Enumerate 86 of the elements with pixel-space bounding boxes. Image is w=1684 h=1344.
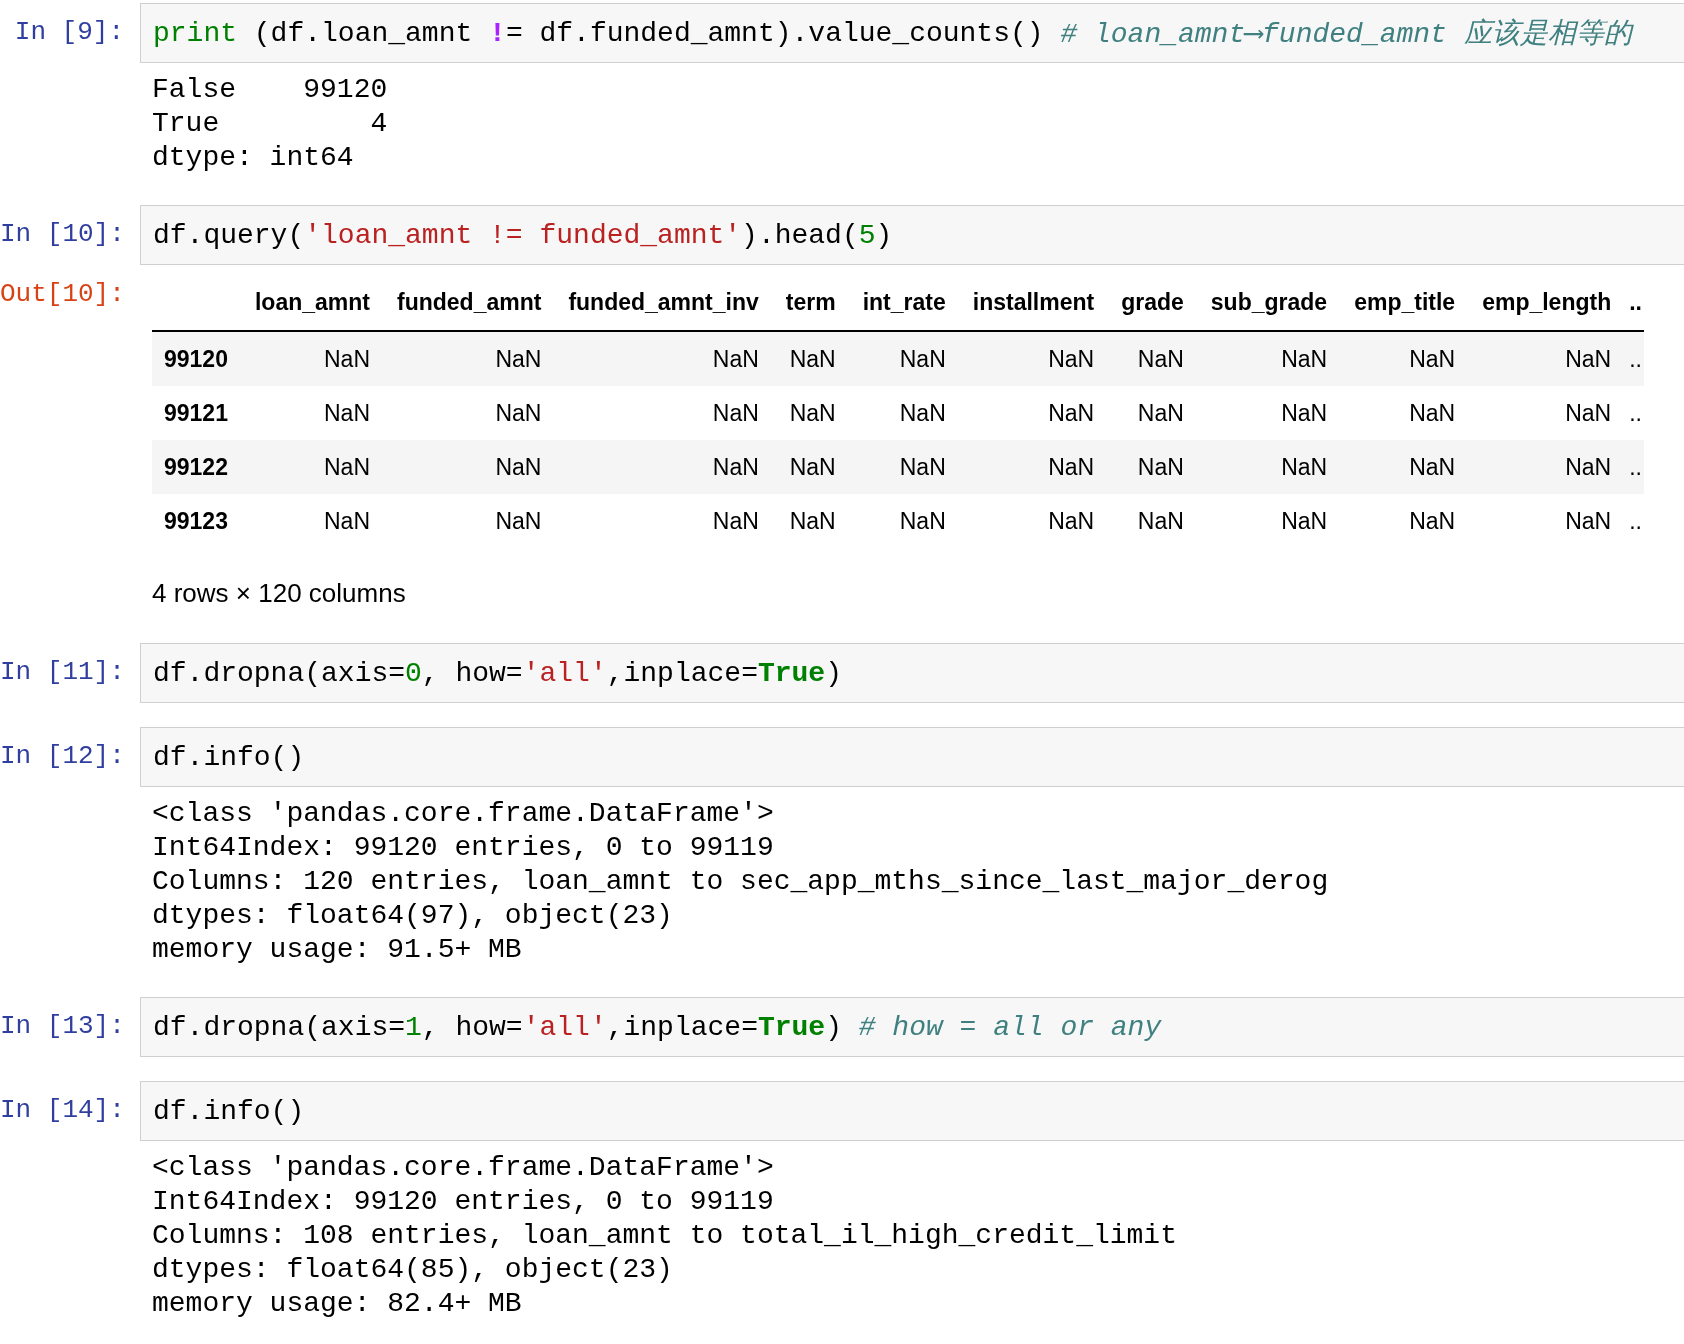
table-cell: NaN: [378, 440, 550, 494]
table-cell: NaN: [235, 440, 378, 494]
table-cell: NaN: [953, 331, 1103, 386]
output-line: Columns: 108 entries, loan_amnt to total_il_high_credit_limit: [152, 1219, 1178, 1253]
table-cell: NaN: [843, 440, 954, 494]
output-line: <class 'pandas.core.frame.DataFrame'>: [152, 797, 775, 831]
column-header: loan_amnt: [235, 275, 378, 331]
table-cell: NaN: [766, 440, 844, 494]
input-prompt: In [12]:: [0, 740, 126, 773]
code-cell[interactable]: df.info(): [140, 1081, 1684, 1141]
table-cell: NaN: [235, 386, 378, 440]
column-header: installment: [953, 275, 1103, 331]
table-cell: NaN: [953, 440, 1103, 494]
column-header: term: [766, 275, 844, 331]
table-cell: NaN: [766, 331, 844, 386]
row-index: 99121: [152, 386, 236, 440]
table-cell: NaN: [843, 494, 954, 548]
table-cell: NaN: [1102, 331, 1192, 386]
table-cell: NaN: [1191, 331, 1336, 386]
table-cell: NaN: [378, 386, 550, 440]
column-header: funded_amnt: [378, 275, 550, 331]
input-prompt: In [11]:: [0, 656, 126, 689]
input-prompt: In [9]:: [13, 16, 125, 49]
code-cell[interactable]: df.info(): [140, 727, 1684, 787]
table-cell: NaN: [549, 440, 767, 494]
table-cell: NaN: [1191, 386, 1336, 440]
table-cell: NaN: [953, 494, 1103, 548]
table-cell: NaN: [1335, 331, 1464, 386]
column-header: sub_grade: [1191, 275, 1336, 331]
code-cell[interactable]: df.dropna(axis=0, how='all',inplace=True): [140, 643, 1684, 703]
table-cell: NaN: [1335, 386, 1464, 440]
output-line: <class 'pandas.core.frame.DataFrame'>: [152, 1151, 775, 1185]
table-cell: NaN: [1463, 386, 1620, 440]
table-cell: NaN: [549, 386, 767, 440]
table-cell: NaN: [766, 386, 844, 440]
column-header: int_rate: [843, 275, 954, 331]
table-cell: NaN: [1102, 494, 1192, 548]
column-header: ..: [1619, 275, 1644, 331]
table-cell: NaN: [1191, 494, 1336, 548]
table-cell: ..: [1619, 494, 1644, 548]
output-line: Int64Index: 99120 entries, 0 to 99119: [152, 831, 775, 865]
table-cell: NaN: [378, 331, 550, 386]
code-cell[interactable]: print (df.loan_amnt != df.funded_amnt).value_counts() # loan_amnt⟶funded_amnt 应该是相等的: [140, 3, 1684, 63]
table-cell: NaN: [378, 494, 550, 548]
row-index: 99120: [152, 331, 236, 386]
table-cell: NaN: [1191, 440, 1336, 494]
table-cell: NaN: [953, 386, 1103, 440]
table-cell: NaN: [1463, 494, 1620, 548]
output-line: Int64Index: 99120 entries, 0 to 99119: [152, 1185, 775, 1219]
table-cell: NaN: [1463, 331, 1620, 386]
table-cell: NaN: [549, 331, 767, 386]
code-cell[interactable]: df.query('loan_amnt != funded_amnt').head(5): [140, 205, 1684, 265]
output-line: Columns: 120 entries, loan_amnt to sec_app_mths_since_last_major_derog: [152, 865, 1330, 899]
output-line: True 4: [152, 107, 389, 141]
input-prompt: In [14]:: [0, 1094, 126, 1127]
table-cell: NaN: [549, 494, 767, 548]
code-cell[interactable]: df.dropna(axis=1, how='all',inplace=True) # how = all or any: [140, 997, 1684, 1057]
table-cell: ..: [1619, 331, 1644, 386]
row-index: 99123: [152, 494, 236, 548]
table-cell: NaN: [1335, 440, 1464, 494]
table-cell: NaN: [766, 494, 844, 548]
output-line: dtypes: float64(85), object(23): [152, 1253, 674, 1287]
table-cell: NaN: [1102, 440, 1192, 494]
table-cell: NaN: [1335, 494, 1464, 548]
table-cell: NaN: [1463, 440, 1620, 494]
output-line: dtypes: float64(97), object(23): [152, 899, 674, 933]
row-index: 99122: [152, 440, 236, 494]
column-header: funded_amnt_inv: [549, 275, 767, 331]
output-line: False 99120: [152, 73, 389, 107]
table-cell: NaN: [843, 331, 954, 386]
input-prompt: In [13]:: [0, 1010, 126, 1043]
output-line: memory usage: 91.5+ MB: [152, 933, 523, 967]
output-line: dtype: int64: [152, 141, 355, 175]
table-cell: NaN: [235, 494, 378, 548]
output-prompt: Out[10]:: [0, 278, 126, 311]
table-caption: 4 rows × 120 columns: [151, 577, 407, 610]
table-cell: NaN: [1102, 386, 1192, 440]
input-prompt: In [10]:: [0, 218, 126, 251]
table-cell: NaN: [235, 331, 378, 386]
table-cell: NaN: [843, 386, 954, 440]
table-cell: ..: [1619, 386, 1644, 440]
table-cell: ..: [1619, 440, 1644, 494]
column-header: emp_title: [1335, 275, 1464, 331]
column-header: emp_length: [1463, 275, 1620, 331]
column-header: grade: [1102, 275, 1192, 331]
output-line: memory usage: 82.4+ MB: [152, 1287, 523, 1321]
